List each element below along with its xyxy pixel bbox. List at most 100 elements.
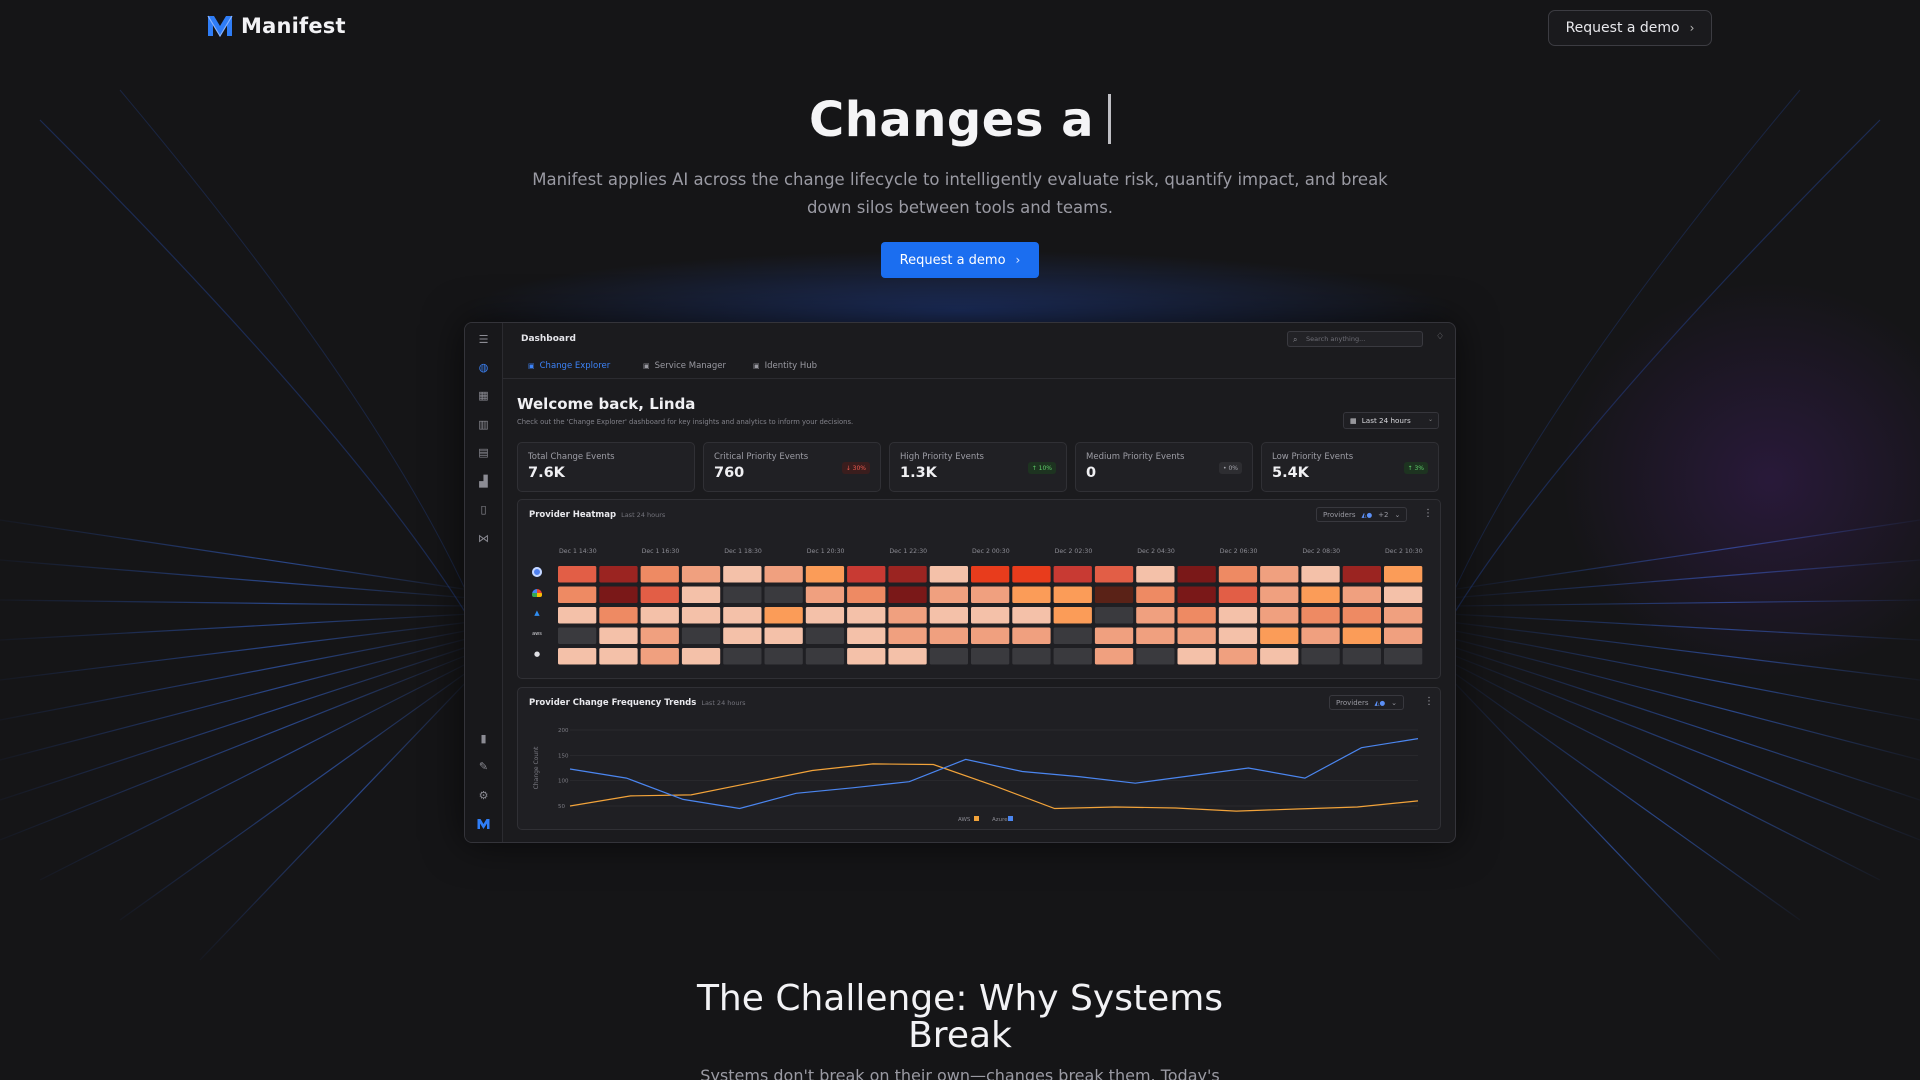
background-ray [1449, 669, 1801, 921]
tab-identity-hub[interactable]: ▣ Identity Hub [753, 361, 817, 371]
background-ray [0, 645, 471, 801]
stat-card-critical[interactable]: Critical Priority Events 760 ↓ 30% [703, 442, 881, 492]
stat-label: Total Change Events [528, 452, 615, 462]
stat-card-total[interactable]: Total Change Events 7.6K [517, 442, 695, 492]
trend-badge: • 0% [1219, 462, 1242, 474]
providers-label: Providers [1323, 510, 1356, 519]
heatmap-cell [723, 586, 762, 603]
document-icon[interactable]: ▯ [475, 501, 492, 518]
heatmap-cell [929, 627, 968, 644]
bell-icon[interactable]: ♢ [1436, 332, 1444, 342]
stat-label: High Priority Events [900, 452, 984, 462]
heatmap-cell [1136, 648, 1175, 665]
heatmap-cell [1177, 607, 1216, 624]
providers-filter[interactable]: Providers ◭● +2 ⌄ [1316, 507, 1408, 522]
more-icon[interactable]: ⋮ [1424, 696, 1434, 707]
tab-label: Service Manager [654, 361, 726, 371]
heatmap-cell [640, 648, 679, 665]
stat-label: Medium Priority Events [1086, 452, 1185, 462]
heatmap-cell [1012, 566, 1051, 583]
challenge-subtitle: Systems don't break on their own—changes… [700, 1066, 1220, 1080]
y-tick-label: 200 [558, 728, 569, 734]
tab-service-manager[interactable]: ▣ Service Manager [643, 361, 726, 371]
providers-filter[interactable]: Providers ◭● ⌄ [1329, 695, 1405, 710]
brand-name: Manifest [241, 14, 346, 38]
hero-request-demo-button[interactable]: Request a demo › [881, 242, 1039, 278]
background-ray [0, 621, 471, 681]
background-ray [1449, 661, 1881, 881]
more-icon[interactable]: ⋮ [1423, 508, 1433, 519]
app-search-input[interactable]: ⌕ Search anything... [1287, 331, 1423, 347]
heatmap-cell [1094, 566, 1134, 583]
stat-card-high[interactable]: High Priority Events 1.3K ↑ 10% [889, 442, 1067, 492]
nav-demo-label: Request a demo [1565, 20, 1680, 36]
heatmap-cell [640, 627, 679, 644]
bar-chart-icon[interactable]: ▟ [475, 473, 492, 490]
hero-title-text: Changes a [808, 92, 1095, 148]
background-ray [1449, 653, 1920, 841]
chevron-down-icon: ⌄ [1391, 698, 1398, 707]
menu-icon[interactable]: ☰ [475, 331, 492, 348]
heatmap-cell [847, 627, 886, 644]
heatmap-time-label: Dec 1 14:30 [559, 548, 597, 555]
stat-value: 0 [1086, 465, 1097, 481]
time-range-select[interactable]: ▦ Last 24 hours ⌄ [1343, 412, 1439, 429]
trends-title: Provider Change Frequency Trends [529, 698, 697, 708]
gear-icon[interactable]: ⚙ [475, 787, 492, 804]
heatmap-time-label: Dec 1 16:30 [641, 548, 680, 555]
heatmap-cell [1012, 648, 1051, 665]
heatmap-grid [558, 566, 1423, 665]
heatmap-cell [1260, 607, 1299, 624]
stat-card-medium[interactable]: Medium Priority Events 0 • 0% [1075, 442, 1253, 492]
stat-card-low[interactable]: Low Priority Events 5.4K ↑ 3% [1261, 442, 1439, 492]
heatmap-cell [1342, 586, 1381, 603]
welcome-subtitle: Check out the 'Change Explorer' dashboar… [517, 418, 854, 426]
brand-logo[interactable]: Manifest [207, 14, 346, 38]
top-nav: Manifest Request a demo › [0, 0, 1920, 56]
calendar-icon[interactable]: ▦ [475, 387, 492, 404]
challenge-title: The Challenge: Why Systems Break [696, 978, 1224, 1056]
dashboard-icon[interactable]: ◍ [475, 359, 492, 376]
heatmap-cell [1177, 566, 1216, 583]
heatmap-cell [599, 648, 638, 665]
heatmap-cell [681, 586, 721, 603]
grid-icon: ▣ [753, 362, 760, 370]
heatmap-cell [1094, 648, 1134, 665]
heatmap-time-label: Dec 2 06:30 [1219, 548, 1258, 555]
table-icon[interactable]: ▤ [475, 444, 492, 461]
heatmap-cell [723, 648, 762, 665]
heatmap-cell [558, 566, 597, 583]
heatmap-cell [681, 566, 721, 583]
calendar-icon: ▦ [1350, 416, 1357, 425]
heatmap-time-label: Dec 2 02:30 [1054, 548, 1093, 555]
book-icon[interactable]: ▮ [475, 730, 492, 747]
typing-caret [1108, 94, 1112, 144]
search-placeholder: Search anything... [1306, 335, 1366, 343]
stat-value: 7.6K [528, 465, 565, 481]
heatmap-cell [1012, 627, 1051, 644]
y-axis-label: Change Count [533, 746, 540, 789]
heatmap-cell [599, 607, 638, 624]
provider-icons: ◭● [1374, 698, 1386, 707]
heatmap-cell [1301, 586, 1340, 603]
tools-icon[interactable]: ✎ [475, 758, 492, 775]
heatmap-cell [888, 648, 927, 665]
tab-change-explorer[interactable]: ▣ Change Explorer [528, 361, 610, 371]
heatmap-cell [764, 566, 803, 583]
share-icon[interactable]: ⋈ [475, 530, 492, 547]
heatmap-cell [1260, 648, 1299, 665]
heatmap-cell [558, 648, 597, 665]
building-icon[interactable]: ▥ [475, 416, 492, 433]
heatmap-cell [1094, 607, 1134, 624]
heatmap-cell [723, 607, 762, 624]
panel-title: Provider Heatmap Last 24 hours [529, 510, 665, 520]
manifest-logo-icon[interactable] [475, 815, 492, 832]
stat-label: Critical Priority Events [714, 452, 809, 462]
heatmap-cell [1094, 586, 1134, 603]
trend-badge: ↑ 10% [1027, 462, 1056, 474]
nav-request-demo-button[interactable]: Request a demo › [1548, 10, 1712, 46]
heatmap-cell [1053, 627, 1092, 644]
series-line-azure [569, 738, 1419, 810]
app-tabs: ▣ Change Explorer ▣ Service Manager ▣ Id… [503, 355, 1455, 379]
heatmap-cell [1218, 627, 1258, 644]
